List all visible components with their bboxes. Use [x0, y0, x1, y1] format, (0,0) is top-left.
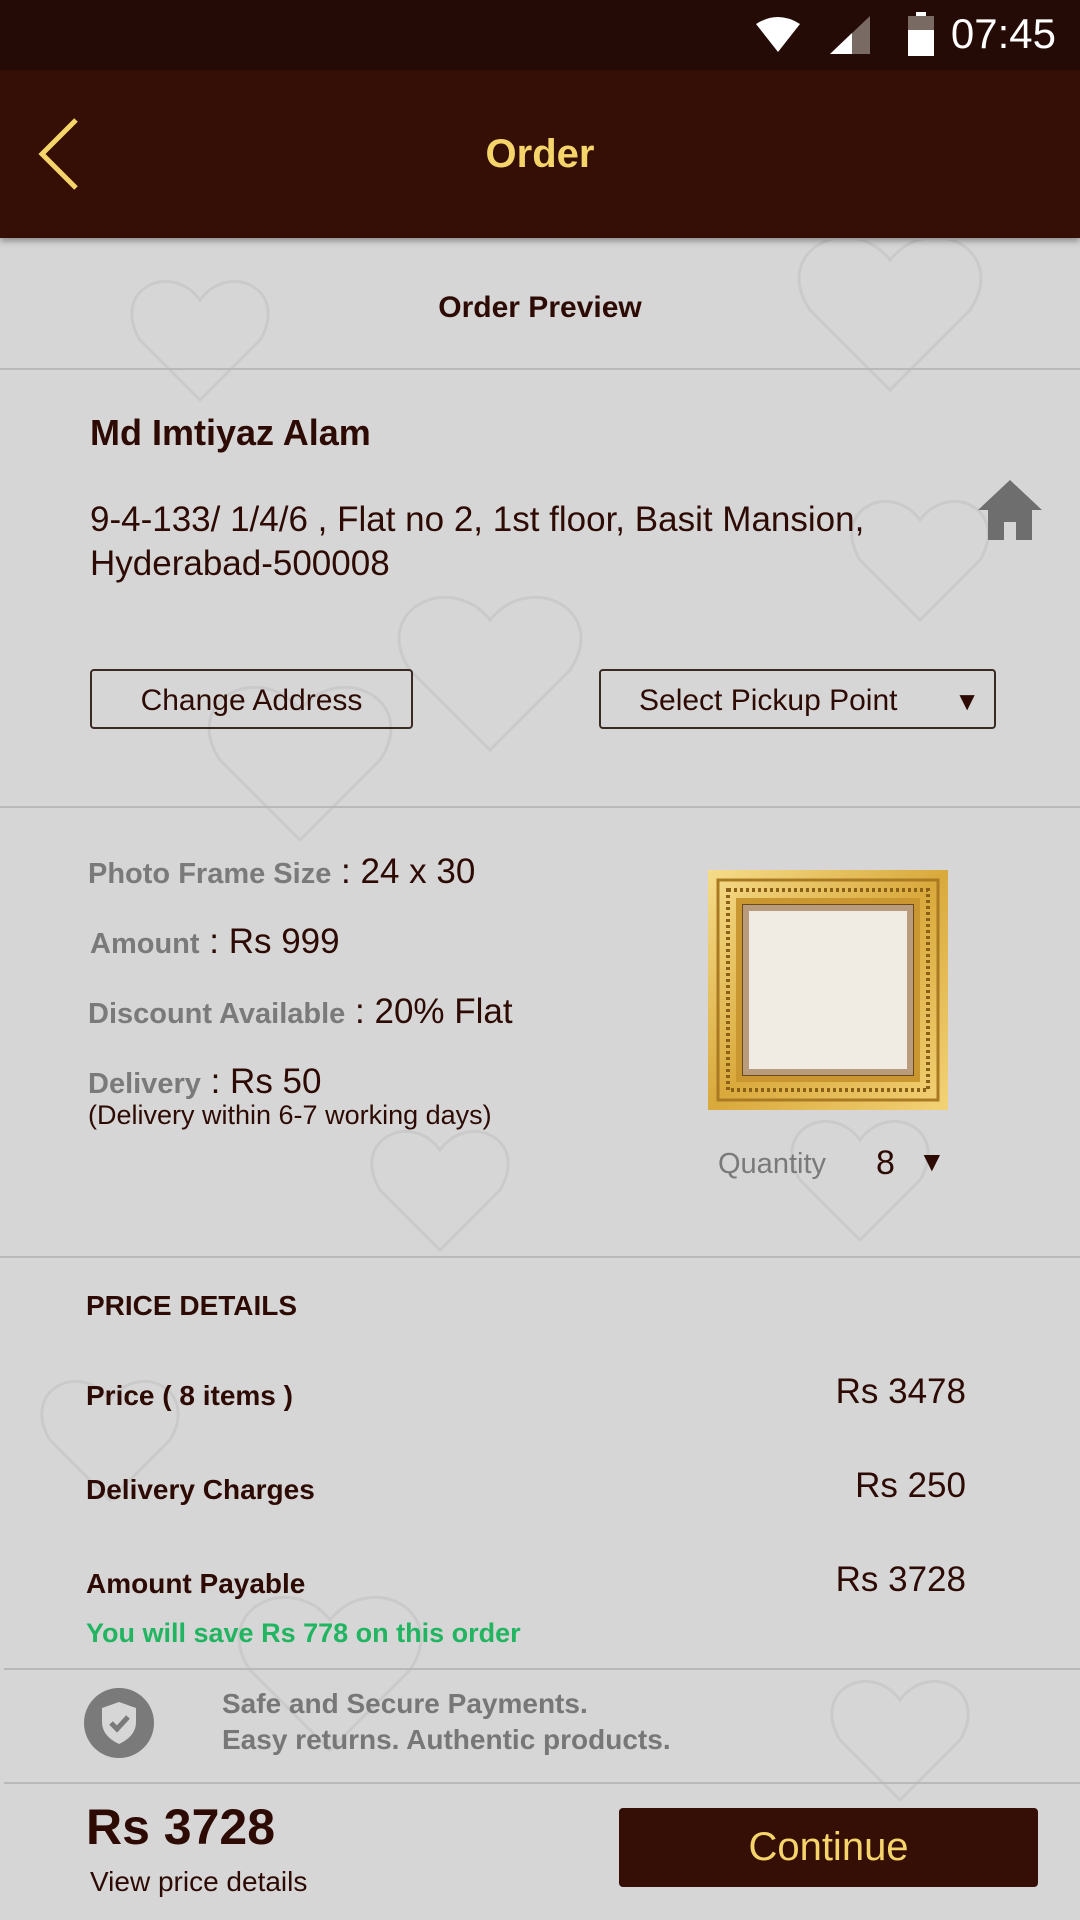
secure-line-1: Safe and Secure Payments.: [222, 1688, 588, 1719]
divider: [4, 1782, 1080, 1784]
change-address-button[interactable]: Change Address: [90, 669, 413, 729]
secure-payments-text: Safe and Secure Payments. Easy returns. …: [222, 1686, 671, 1758]
delivery-charges-value: Rs 250: [855, 1466, 966, 1505]
pickup-point-label: Select Pickup Point: [639, 684, 898, 717]
discount-value: 20% Flat: [374, 992, 513, 1031]
continue-button[interactable]: Continue: [619, 1808, 1038, 1887]
photo-frame-image: [708, 870, 948, 1110]
status-bar: 07:45: [0, 0, 1080, 70]
address-text: 9-4-133/ 1/4/6 , Flat no 2, 1st floor, B…: [90, 500, 865, 583]
shield-check-icon: [84, 1688, 154, 1758]
discount-label: Discount Available: [88, 998, 346, 1030]
divider: [0, 806, 1080, 808]
divider: [4, 1668, 1080, 1670]
frame-size-value: 24 x 30: [360, 852, 476, 891]
divider: [0, 368, 1080, 370]
order-preview-heading: Order Preview: [438, 291, 642, 324]
discount-row: Discount Available : 20% Flat: [88, 992, 513, 1031]
price-details-heading: PRICE DETAILS: [86, 1290, 298, 1321]
savings-note: You will save Rs 778 on this order: [86, 1618, 521, 1648]
amount-value: Rs 999: [228, 922, 340, 961]
frame-size-row: Photo Frame Size : 24 x 30: [88, 852, 476, 891]
amount-row: Amount : Rs 999: [90, 922, 340, 961]
delivery-label: Delivery: [88, 1068, 201, 1100]
home-icon: [978, 480, 1042, 540]
select-pickup-point-dropdown[interactable]: Select Pickup Point ▼: [599, 669, 996, 729]
secure-line-2: Easy returns. Authentic products.: [222, 1724, 671, 1755]
view-price-details-link[interactable]: View price details: [90, 1866, 307, 1898]
quantity-dropdown-arrow-icon[interactable]: ▼: [918, 1146, 946, 1178]
battery-icon: [908, 12, 934, 56]
price-value: Rs 3478: [835, 1372, 966, 1411]
price-label: Price ( 8 items ): [86, 1380, 293, 1411]
delivery-note: (Delivery within 6-7 working days): [88, 1100, 492, 1130]
app-bar: Order: [0, 70, 1080, 238]
dropdown-arrow-icon: ▼: [954, 686, 980, 716]
cell-signal-icon: [830, 16, 870, 54]
delivery-charges-label: Delivery Charges: [86, 1474, 315, 1505]
amount-label: Amount: [90, 928, 200, 960]
quantity-value[interactable]: 8: [876, 1144, 895, 1183]
status-time: 07:45: [950, 10, 1056, 57]
frame-size-label: Photo Frame Size: [88, 858, 332, 890]
quantity-label: Quantity: [718, 1148, 826, 1180]
customer-name: Md Imtiyaz Alam: [90, 412, 371, 453]
amount-payable-value: Rs 3728: [835, 1560, 966, 1599]
continue-label: Continue: [748, 1825, 909, 1869]
footer-total-amount: Rs 3728: [86, 1799, 276, 1855]
change-address-label: Change Address: [140, 684, 363, 717]
amount-payable-label: Amount Payable: [86, 1568, 306, 1599]
divider: [0, 1256, 1080, 1258]
delivery-value: Rs 50: [230, 1062, 322, 1101]
page-title: Order: [485, 132, 595, 176]
wifi-icon: [756, 17, 800, 52]
delivery-row: Delivery : Rs 50: [88, 1062, 322, 1101]
